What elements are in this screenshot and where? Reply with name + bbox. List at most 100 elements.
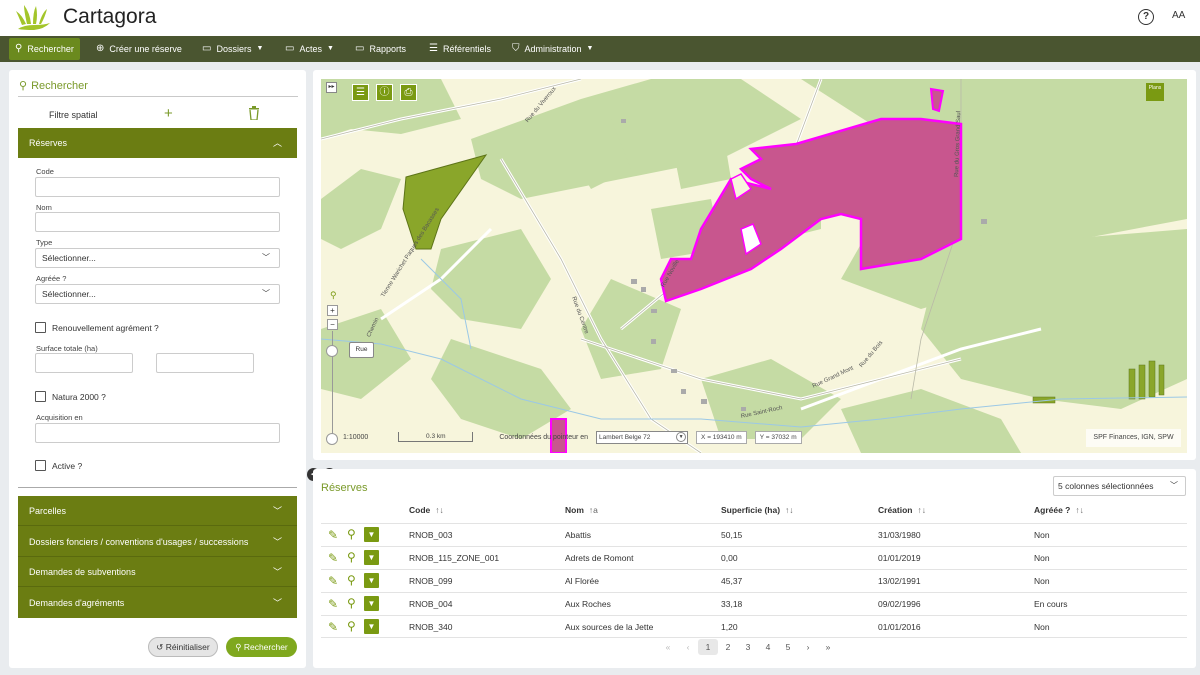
trash-icon[interactable]: [248, 106, 260, 120]
natura-checkbox-row[interactable]: Natura 2000 ?: [35, 391, 106, 402]
first-page-button[interactable]: «: [658, 639, 678, 655]
more-actions-icon[interactable]: ▼: [364, 550, 379, 565]
folder-icon: ▭: [355, 43, 365, 54]
spatial-filter-label: Filtre spatial: [49, 110, 98, 120]
sort-asc-icon[interactable]: ↑a: [589, 505, 598, 515]
type-select[interactable]: Sélectionner... ﹀: [35, 248, 280, 268]
nav-administration[interactable]: ⛉ Administration ▼: [512, 36, 593, 62]
header-creation[interactable]: Création ↑↓: [878, 505, 926, 515]
nav-actes[interactable]: ▭ Actes ▼: [285, 36, 334, 62]
acquisition-input[interactable]: [35, 423, 280, 443]
page-1-button[interactable]: 1: [698, 639, 718, 655]
header-superficie[interactable]: Superficie (ha) ↑↓: [721, 505, 794, 515]
edit-icon[interactable]: ✎: [328, 620, 338, 634]
sort-icon[interactable]: ↑↓: [785, 505, 794, 515]
menu-icon[interactable]: ☰: [352, 84, 369, 101]
view-icon[interactable]: ⚲: [347, 596, 356, 610]
chevron-down-icon: ▼: [676, 431, 687, 442]
active-checkbox-row[interactable]: Active ?: [35, 460, 82, 471]
app-title: Cartagora: [63, 5, 157, 28]
page-4-button[interactable]: 4: [758, 639, 778, 655]
surface-label: Surface totale (ha): [36, 344, 98, 353]
renouvellement-checkbox-row[interactable]: Renouvellement agrément ?: [35, 322, 159, 333]
header-code[interactable]: Code ↑↓: [409, 505, 444, 515]
expand-map-icon[interactable]: ▸▸: [326, 82, 337, 93]
zoom-slider-handle[interactable]: [326, 345, 338, 357]
surface-min-input[interactable]: [35, 353, 133, 373]
search-icon: ⚲: [19, 80, 28, 92]
surface-max-input[interactable]: [156, 353, 254, 373]
view-icon[interactable]: ⚲: [347, 619, 356, 633]
info-icon[interactable]: ⓘ: [376, 84, 393, 101]
search-button[interactable]: ⚲ Rechercher: [226, 637, 297, 657]
next-page-button[interactable]: ›: [798, 639, 818, 655]
agrements-section-header[interactable]: Demandes d'agréments ﹀: [18, 588, 297, 618]
zoom-search-icon[interactable]: ⚲: [330, 290, 337, 301]
table-row[interactable]: ✎ ⚲ ▼ RNOB_099 Al Florée 45,37 13/02/199…: [321, 569, 1187, 592]
map-view[interactable]: Rue du Viveroux Tienne Warichet Paques d…: [321, 79, 1187, 453]
table-row[interactable]: ✎ ⚲ ▼ RNOB_004 Aux Roches 33,18 09/02/19…: [321, 592, 1187, 615]
add-spatial-filter-icon[interactable]: +: [164, 105, 173, 122]
nav-dossiers[interactable]: ▭ Dossiers ▼: [202, 36, 263, 62]
prev-page-button[interactable]: ‹: [678, 639, 698, 655]
more-actions-icon[interactable]: ▼: [364, 596, 379, 611]
plans-layer-button[interactable]: Plans: [1146, 83, 1164, 101]
more-actions-icon[interactable]: ▼: [364, 619, 379, 634]
nav-rapports[interactable]: ▭ Rapports: [355, 36, 406, 62]
page-5-button[interactable]: 5: [778, 639, 798, 655]
user-avatar[interactable]: AA: [1172, 10, 1185, 21]
nav-rechercher[interactable]: ⚲ Rechercher: [9, 38, 80, 60]
nav-creer-reserve[interactable]: ⊕ Créer une réserve: [96, 36, 182, 62]
page-2-button[interactable]: 2: [718, 639, 738, 655]
sort-icon[interactable]: ↑↓: [1075, 505, 1084, 515]
more-actions-icon[interactable]: ▼: [364, 573, 379, 588]
edit-icon[interactable]: ✎: [328, 551, 338, 565]
table-row[interactable]: ✎ ⚲ ▼ RNOB_115_ZONE_001 Adrets de Romont…: [321, 546, 1187, 569]
help-icon[interactable]: ?: [1138, 9, 1154, 25]
reset-button[interactable]: ↺ Réinitialiser: [148, 637, 218, 657]
search-panel: ⚲ Rechercher Filtre spatial + Réserves ︿…: [9, 70, 306, 668]
edit-icon[interactable]: ✎: [328, 574, 338, 588]
print-icon[interactable]: ⎙: [400, 84, 417, 101]
view-icon[interactable]: ⚲: [347, 573, 356, 587]
header-nom[interactable]: Nom ↑a: [565, 505, 598, 515]
edit-icon[interactable]: ✎: [328, 597, 338, 611]
chevron-down-icon: ▼: [586, 45, 594, 52]
folder-icon: ▭: [285, 43, 295, 54]
reset-icon: ↺: [156, 642, 164, 652]
table-row[interactable]: ✎ ⚲ ▼ RNOB_003 Abattis 50,15 31/03/1980 …: [321, 523, 1187, 546]
reserves-section-header[interactable]: Réserves ︿: [18, 128, 297, 158]
sort-icon[interactable]: ↑↓: [435, 505, 444, 515]
nom-input[interactable]: [35, 212, 280, 232]
view-icon[interactable]: ⚲: [347, 550, 356, 564]
more-actions-icon[interactable]: ▼: [364, 527, 379, 542]
pagination: « ‹ 1 2 3 4 5 › »: [658, 639, 838, 655]
projection-select[interactable]: Lambert Belge 72 ▼: [596, 430, 689, 444]
page-3-button[interactable]: 3: [738, 639, 758, 655]
columns-select[interactable]: 5 colonnes sélectionnées ﹀: [1053, 476, 1186, 496]
zoom-in-button[interactable]: +: [327, 305, 338, 316]
natura-checkbox[interactable]: [35, 391, 46, 402]
cartagora-logo-icon[interactable]: [14, 3, 54, 31]
code-label: Code: [36, 167, 54, 176]
x-coordinate: X = 193410 m: [696, 430, 747, 444]
pointer-coords-label: Coordonnées du pointeur en: [499, 433, 589, 441]
subventions-section-header[interactable]: Demandes de subventions ﹀: [18, 557, 297, 587]
agreee-select[interactable]: Sélectionner... ﹀: [35, 284, 280, 304]
header-agreee[interactable]: Agréée ? ↑↓: [1034, 505, 1084, 515]
zoom-out-button[interactable]: −: [327, 319, 338, 330]
edit-icon[interactable]: ✎: [328, 528, 338, 542]
code-input[interactable]: [35, 177, 280, 197]
chevron-down-icon: ▼: [256, 45, 264, 52]
renouvellement-checkbox[interactable]: [35, 322, 46, 333]
active-checkbox[interactable]: [35, 460, 46, 471]
nav-referentiels[interactable]: ☰ Référentiels: [429, 36, 491, 62]
sort-icon[interactable]: ↑↓: [917, 505, 926, 515]
view-icon[interactable]: ⚲: [347, 527, 356, 541]
table-row[interactable]: ✎ ⚲ ▼ RNOB_340 Aux sources de la Jette 1…: [321, 615, 1187, 638]
dossiers-fonciers-section-header[interactable]: Dossiers fonciers / conventions d'usages…: [18, 527, 297, 557]
type-label: Type: [36, 238, 53, 247]
results-panel: Réserves 5 colonnes sélectionnées ﹀ Code…: [313, 469, 1196, 668]
parcelles-section-header[interactable]: Parcelles ﹀: [18, 496, 297, 526]
last-page-button[interactable]: »: [818, 639, 838, 655]
